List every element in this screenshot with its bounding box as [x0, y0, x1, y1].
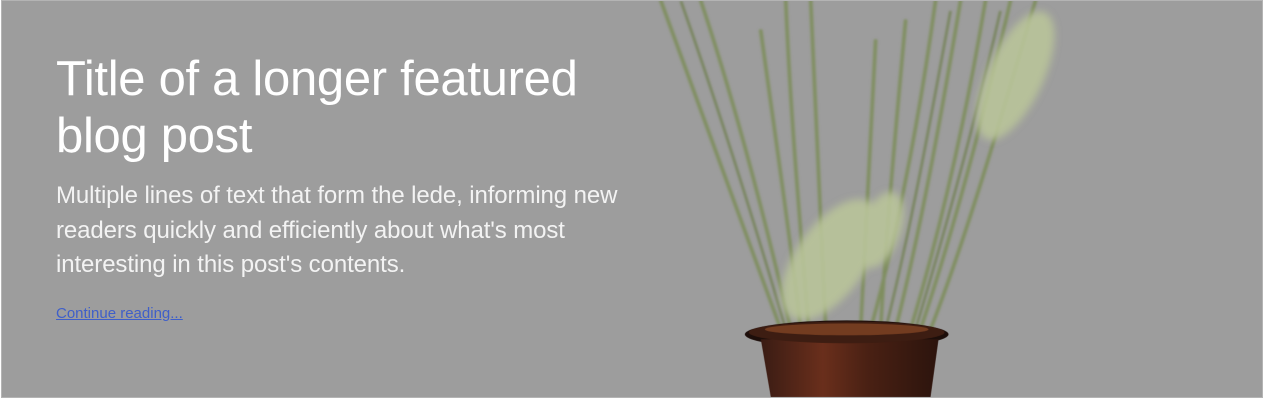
hero-text-block: Title of a longer featured blog post Mul…: [56, 51, 656, 323]
continue-reading-link[interactable]: Continue reading...: [56, 305, 183, 322]
featured-post-title: Title of a longer featured blog post: [56, 52, 578, 163]
featured-post-lede: Multiple lines of text that form the led…: [56, 182, 618, 278]
featured-post-hero: Title of a longer featured blog post Mul…: [1, 0, 1263, 398]
